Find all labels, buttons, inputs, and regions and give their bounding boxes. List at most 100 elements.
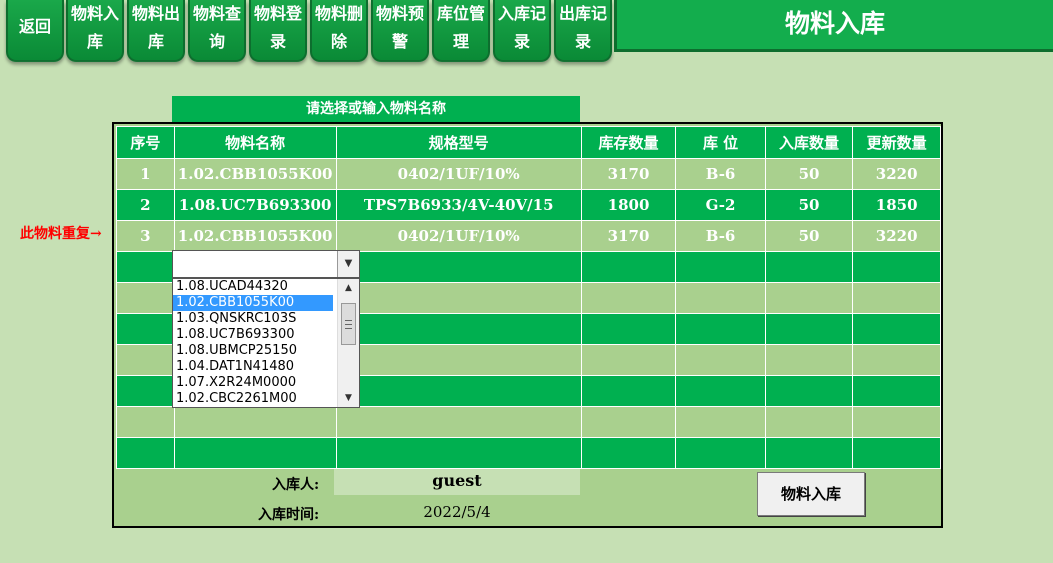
table-cell[interactable] [675,251,766,283]
table-cell[interactable]: G-2 [675,189,766,221]
column-header: 入库数量 [764,126,854,159]
table-cell[interactable] [335,344,582,376]
table-cell[interactable]: 1 [116,158,175,190]
empty-table-row [116,406,941,438]
table-cell[interactable]: 2 [116,189,175,221]
chevron-down-icon[interactable]: ▼ [337,251,359,277]
table-cell[interactable]: 3220 [852,158,941,190]
nav-material-query-button[interactable]: 物料查 询 [188,0,246,62]
table-cell[interactable] [173,406,337,438]
table-cell[interactable] [580,313,677,345]
table-cell[interactable] [764,375,854,407]
table-cell[interactable]: TPS7B6933/4V-40V/15 [335,189,582,221]
table-cell[interactable] [675,344,766,376]
material-dropdown-list[interactable]: 1.08.UCAD44320 1.02.CBB1055K00 1.03.QNSK… [172,278,360,408]
scroll-down-arrow-icon[interactable]: ▼ [338,389,359,407]
table-cell[interactable]: 0402/1UF/10% [335,158,582,190]
table-cell[interactable] [335,251,582,283]
table-cell[interactable] [335,406,582,438]
table-cell[interactable] [675,406,766,438]
back-button[interactable]: 返回 [6,0,64,62]
table-cell[interactable]: B-6 [675,220,766,252]
nav-material-register-button[interactable]: 物料登 录 [249,0,307,62]
table-cell[interactable] [116,344,175,376]
table-cell[interactable] [764,437,854,469]
nav-material-delete-button[interactable]: 物料删 除 [310,0,368,62]
page-title: 物料入库 [614,0,1053,52]
column-header: 物料名称 [173,126,337,159]
scroll-thumb[interactable] [341,303,356,345]
nav-material-out-button[interactable]: 物料出 库 [127,0,185,62]
operator-value[interactable]: guest [334,471,580,490]
column-header: 库 位 [675,126,766,159]
stock-in-button[interactable]: 物料入库 [757,472,865,516]
nav-out-records-button[interactable]: 出库记 录 [554,0,612,62]
table-cell[interactable] [852,282,941,314]
table-cell[interactable]: 1.02.CBB1055K00 [173,220,337,252]
table-cell[interactable]: 3 [116,220,175,252]
dropdown-option[interactable]: 1.07.X2R24M0000 [173,375,333,391]
nav-material-alert-button[interactable]: 物料预 警 [371,0,429,62]
table-cell[interactable] [764,406,854,438]
table-cell[interactable] [675,375,766,407]
table-cell[interactable] [852,406,941,438]
table-cell[interactable] [580,375,677,407]
table-cell[interactable] [764,251,854,283]
nav-in-records-button[interactable]: 入库记 录 [493,0,551,62]
table-cell[interactable] [116,251,175,283]
nav-location-manage-button[interactable]: 库位管 理 [432,0,490,62]
table-cell[interactable] [335,375,582,407]
table-cell[interactable]: 0402/1UF/10% [335,220,582,252]
table-cell[interactable] [116,406,175,438]
table-cell[interactable] [116,282,175,314]
dropdown-scrollbar[interactable]: ▲ ▼ [337,279,359,407]
table-cell[interactable] [580,406,677,438]
table-cell[interactable] [580,282,677,314]
dropdown-option[interactable]: 1.08.UC7B693300 [173,327,333,343]
table-cell[interactable] [580,251,677,283]
table-cell[interactable] [116,437,175,469]
table-cell[interactable] [764,313,854,345]
table-row: 3 1.02.CBB1055K00 0402/1UF/10% 3170 B-6 … [116,220,941,252]
table-cell[interactable]: 1.08.UC7B693300 [173,189,337,221]
table-cell[interactable] [852,375,941,407]
dropdown-option[interactable]: 1.03.QNSKRC103S [173,311,333,327]
empty-table-row [116,437,941,469]
table-cell[interactable] [764,282,854,314]
table-cell[interactable] [580,437,677,469]
material-name-combobox[interactable]: ▼ [172,250,360,278]
scroll-up-arrow-icon[interactable]: ▲ [338,279,359,297]
table-cell[interactable] [335,282,582,314]
nav-material-in-button[interactable]: 物料入 库 [66,0,124,62]
table-cell[interactable]: 1.02.CBB1055K00 [173,158,337,190]
table-cell[interactable]: 50 [764,158,854,190]
table-cell[interactable] [116,375,175,407]
table-cell[interactable] [675,437,766,469]
table-cell[interactable] [852,437,941,469]
table-cell[interactable] [764,344,854,376]
dropdown-option[interactable]: 1.04.DAT1N41480 [173,359,333,375]
table-cell[interactable]: 3220 [852,220,941,252]
table-cell[interactable]: 1800 [580,189,677,221]
dropdown-option[interactable]: 1.02.CBC2261M00 [173,391,333,407]
table-cell[interactable]: 3170 [580,220,677,252]
table-cell[interactable]: 1850 [852,189,941,221]
table-cell[interactable] [675,313,766,345]
table-cell[interactable] [852,313,941,345]
table-cell[interactable]: 50 [764,220,854,252]
table-cell[interactable]: 50 [764,189,854,221]
dropdown-option[interactable]: 1.08.UCAD44320 [173,279,333,295]
table-cell[interactable] [852,344,941,376]
table-cell[interactable] [675,282,766,314]
table-cell[interactable]: 3170 [580,158,677,190]
table-cell[interactable]: B-6 [675,158,766,190]
table-cell[interactable] [852,251,941,283]
dropdown-option[interactable]: 1.08.UBMCP25150 [173,343,333,359]
table-cell[interactable] [116,313,175,345]
table-cell[interactable] [580,344,677,376]
table-cell[interactable] [335,313,582,345]
dropdown-option-selected[interactable]: 1.02.CBB1055K00 [173,295,333,311]
table-cell[interactable] [335,437,582,469]
nav-label-line1: 物料登 [253,4,302,23]
table-cell[interactable] [173,437,337,469]
